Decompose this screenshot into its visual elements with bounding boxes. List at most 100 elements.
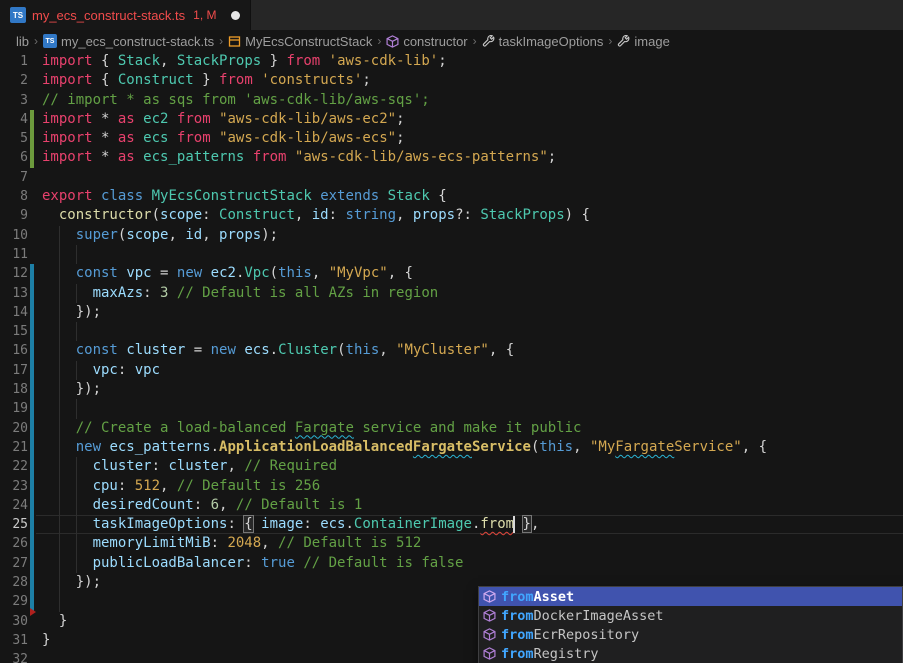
- breadcrumb-item-lib[interactable]: lib: [16, 34, 29, 49]
- gutter-diff-slot: [28, 477, 36, 496]
- gutter-diff-slot: [28, 399, 36, 418]
- diff-modified-bar: [30, 284, 34, 303]
- indent-guide: [59, 573, 60, 592]
- line-number-26[interactable]: 26: [0, 534, 28, 553]
- code-line-21[interactable]: 21 new ecs_patterns.ApplicationLoadBalan…: [0, 438, 903, 457]
- line-number-19[interactable]: 19: [0, 399, 28, 418]
- method-cube-icon: [483, 647, 496, 660]
- indent-guide: [76, 361, 77, 380]
- line-number-3[interactable]: 3: [0, 91, 28, 110]
- code-line-13[interactable]: 13 maxAzs: 3 // Default is all AZs in re…: [0, 284, 903, 303]
- code-line-9[interactable]: 9 constructor(scope: Construct, id: stri…: [0, 206, 903, 225]
- line-number-17[interactable]: 17: [0, 361, 28, 380]
- line-text: import { Construct } from 'constructs';: [36, 71, 903, 90]
- code-editor[interactable]: 1import { Stack, StackProps } from 'aws-…: [0, 52, 903, 663]
- line-number-11[interactable]: 11: [0, 245, 28, 264]
- code-line-7[interactable]: 7: [0, 168, 903, 187]
- code-line-19[interactable]: 19: [0, 399, 903, 418]
- line-number-10[interactable]: 10: [0, 226, 28, 245]
- indent-guide: [59, 361, 60, 380]
- code-line-2[interactable]: 2 import { Construct } from 'constructs';: [0, 71, 903, 90]
- code-line-23[interactable]: 23 cpu: 512, // Default is 256: [0, 477, 903, 496]
- line-number-9[interactable]: 9: [0, 206, 28, 225]
- line-number-23[interactable]: 23: [0, 477, 28, 496]
- breadcrumb-item-myecsconstructstack[interactable]: MyEcsConstructStack: [228, 34, 372, 49]
- line-number-32[interactable]: 32: [0, 650, 28, 663]
- indent-guide: [76, 534, 77, 553]
- line-number-24[interactable]: 24: [0, 496, 28, 515]
- code-line-15[interactable]: 15: [0, 322, 903, 341]
- line-number-13[interactable]: 13: [0, 284, 28, 303]
- line-text: cluster: cluster, // Required: [36, 457, 903, 476]
- line-number-18[interactable]: 18: [0, 380, 28, 399]
- line-number-15[interactable]: 15: [0, 322, 28, 341]
- code-line-26[interactable]: 26 memoryLimitMiB: 2048, // Default is 5…: [0, 534, 903, 553]
- line-number-27[interactable]: 27: [0, 554, 28, 573]
- gutter-diff-slot: [28, 226, 36, 245]
- line-number-21[interactable]: 21: [0, 438, 28, 457]
- code-line-5[interactable]: 5 import * as ecs from "aws-cdk-lib/aws-e…: [0, 129, 903, 148]
- indent-guide: [59, 496, 60, 515]
- suggest-item-fromRegistry[interactable]: fromRegistry: [479, 644, 902, 663]
- code-line-12[interactable]: 12 const vpc = new ec2.Vpc(this, "MyVpc"…: [0, 264, 903, 283]
- gutter-diff-slot: [28, 650, 36, 663]
- suggest-item-fromDockerImageAsset[interactable]: fromDockerImageAsset: [479, 606, 902, 625]
- tab-my-ecs-construct-stack[interactable]: TS my_ecs_construct-stack.ts 1, M: [0, 0, 251, 30]
- gutter-diff-slot: [28, 380, 36, 399]
- indent-guide: [76, 399, 77, 418]
- line-number-29[interactable]: 29: [0, 592, 28, 611]
- code-line-16[interactable]: 16 const cluster = new ecs.Cluster(this,…: [0, 341, 903, 360]
- breadcrumb-item-taskimageoptions[interactable]: taskImageOptions: [482, 34, 604, 49]
- line-number-14[interactable]: 14: [0, 303, 28, 322]
- diff-modified-bar: [30, 303, 34, 322]
- line-number-2[interactable]: 2: [0, 71, 28, 90]
- line-number-20[interactable]: 20: [0, 419, 28, 438]
- breadcrumb-item-image[interactable]: image: [617, 34, 669, 49]
- code-line-6[interactable]: 6import * as ecs_patterns from "aws-cdk-…: [0, 148, 903, 167]
- code-line-24[interactable]: 24 desiredCount: 6, // Default is 1: [0, 496, 903, 515]
- line-number-30[interactable]: 30: [0, 612, 28, 631]
- diff-modified-bar: [30, 515, 34, 534]
- line-text: import * as ecs from "aws-cdk-lib/aws-ec…: [36, 129, 903, 148]
- line-number-25[interactable]: 25: [0, 515, 28, 534]
- line-text: publicLoadBalancer: true // Default is f…: [36, 554, 903, 573]
- gutter-diff-slot: [28, 245, 36, 264]
- line-number-5[interactable]: 5: [0, 129, 28, 148]
- breadcrumb: lib›TSmy_ecs_construct-stack.ts›MyEcsCon…: [0, 30, 903, 52]
- code-line-27[interactable]: 27 publicLoadBalancer: true // Default i…: [0, 554, 903, 573]
- suggest-item-fromEcrRepository[interactable]: fromEcrRepository: [479, 625, 902, 644]
- line-number-31[interactable]: 31: [0, 631, 28, 650]
- code-line-4[interactable]: 4import * as ec2 from "aws-cdk-lib/aws-e…: [0, 110, 903, 129]
- line-number-16[interactable]: 16: [0, 341, 28, 360]
- code-line-17[interactable]: 17 vpc: vpc: [0, 361, 903, 380]
- line-number-22[interactable]: 22: [0, 457, 28, 476]
- breadcrumb-item-constructor[interactable]: constructor: [386, 34, 467, 49]
- code-line-8[interactable]: 8export class MyEcsConstructStack extend…: [0, 187, 903, 206]
- line-text: const vpc = new ec2.Vpc(this, "MyVpc", {: [36, 264, 903, 283]
- line-text: constructor(scope: Construct, id: string…: [36, 206, 903, 225]
- line-number-28[interactable]: 28: [0, 573, 28, 592]
- class-icon: [228, 35, 241, 48]
- suggest-item-fromAsset[interactable]: fromAsset: [479, 587, 902, 606]
- line-number-6[interactable]: 6: [0, 148, 28, 167]
- indent-guide: [59, 303, 60, 322]
- code-line-22[interactable]: 22 cluster: cluster, // Required: [0, 457, 903, 476]
- breadcrumb-item-my-ecs-construct-stack-ts[interactable]: TSmy_ecs_construct-stack.ts: [43, 34, 214, 49]
- diff-modified-bar: [30, 573, 34, 592]
- code-line-14[interactable]: 14 });: [0, 303, 903, 322]
- code-line-18[interactable]: 18 });: [0, 380, 903, 399]
- code-line-3[interactable]: 3// import * as sqs from 'aws-cdk-lib/aw…: [0, 91, 903, 110]
- line-text: // Create a load-balanced Fargate servic…: [36, 419, 903, 438]
- code-line-11[interactable]: 11: [0, 245, 903, 264]
- line-number-7[interactable]: 7: [0, 168, 28, 187]
- line-number-12[interactable]: 12: [0, 264, 28, 283]
- code-line-25[interactable]: 25 taskImageOptions: { image: ecs.Contai…: [0, 515, 903, 534]
- line-number-8[interactable]: 8: [0, 187, 28, 206]
- line-number-1[interactable]: 1: [0, 52, 28, 71]
- code-line-1[interactable]: 1import { Stack, StackProps } from 'aws-…: [0, 52, 903, 71]
- unsaved-dot-icon[interactable]: [231, 11, 240, 20]
- indent-guide: [59, 245, 60, 264]
- code-line-10[interactable]: 10 super(scope, id, props);: [0, 226, 903, 245]
- code-line-20[interactable]: 20 // Create a load-balanced Fargate ser…: [0, 419, 903, 438]
- line-number-4[interactable]: 4: [0, 110, 28, 129]
